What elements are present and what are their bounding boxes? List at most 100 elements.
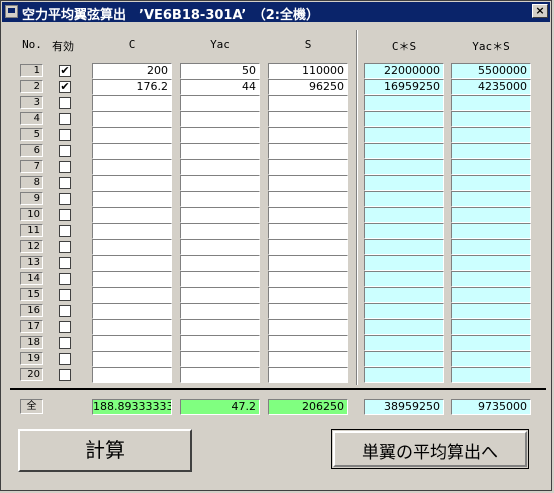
yac-input[interactable] xyxy=(180,95,260,111)
valid-checkbox[interactable] xyxy=(59,161,71,173)
yac-input[interactable] xyxy=(180,223,260,239)
c-input[interactable] xyxy=(92,207,172,223)
yac-input[interactable] xyxy=(180,111,260,127)
s-input[interactable]: 110000 xyxy=(268,63,348,79)
s-input[interactable] xyxy=(268,111,348,127)
c-input[interactable] xyxy=(92,367,172,383)
c-input[interactable] xyxy=(92,239,172,255)
yac-input[interactable] xyxy=(180,255,260,271)
row-number: 8 xyxy=(20,176,43,189)
single-wing-button[interactable]: 単翼の平均算出へ xyxy=(331,429,529,469)
valid-checkbox[interactable] xyxy=(59,337,71,349)
valid-checkbox[interactable] xyxy=(59,113,71,125)
s-input[interactable] xyxy=(268,127,348,143)
valid-checkbox[interactable] xyxy=(59,241,71,253)
valid-checkbox[interactable] xyxy=(59,209,71,221)
c-input[interactable] xyxy=(92,159,172,175)
yac-input[interactable] xyxy=(180,159,260,175)
yac-input[interactable] xyxy=(180,143,260,159)
c-input[interactable] xyxy=(92,191,172,207)
yac-input[interactable]: 50 xyxy=(180,63,260,79)
valid-checkbox[interactable]: ✔ xyxy=(59,65,71,77)
s-input[interactable] xyxy=(268,143,348,159)
c-input[interactable] xyxy=(92,143,172,159)
valid-checkbox[interactable]: ✔ xyxy=(59,81,71,93)
yac-input[interactable] xyxy=(180,351,260,367)
close-button[interactable]: × xyxy=(532,4,548,18)
yacs-result xyxy=(451,143,531,159)
s-input[interactable] xyxy=(268,207,348,223)
c-input[interactable]: 200 xyxy=(92,63,172,79)
s-input[interactable] xyxy=(268,367,348,383)
valid-checkbox[interactable] xyxy=(59,353,71,365)
yac-input[interactable] xyxy=(180,287,260,303)
c-input[interactable] xyxy=(92,255,172,271)
c-input[interactable] xyxy=(92,319,172,335)
c-input[interactable] xyxy=(92,111,172,127)
s-input[interactable] xyxy=(268,175,348,191)
yac-input[interactable] xyxy=(180,127,260,143)
total-c: 188.893333333 xyxy=(92,399,172,415)
valid-checkbox[interactable] xyxy=(59,97,71,109)
valid-checkbox[interactable] xyxy=(59,305,71,317)
c-input[interactable] xyxy=(92,271,172,287)
s-input[interactable] xyxy=(268,271,348,287)
c-input[interactable] xyxy=(92,335,172,351)
s-input[interactable] xyxy=(268,335,348,351)
valid-checkbox[interactable] xyxy=(59,321,71,333)
s-input[interactable] xyxy=(268,351,348,367)
yac-input[interactable] xyxy=(180,191,260,207)
valid-checkbox[interactable] xyxy=(59,193,71,205)
cs-result: 16959250 xyxy=(364,79,444,95)
cs-result: 22000000 xyxy=(364,63,444,79)
valid-checkbox[interactable] xyxy=(59,257,71,269)
yacs-result xyxy=(451,351,531,367)
s-input[interactable] xyxy=(268,159,348,175)
s-input[interactable] xyxy=(268,95,348,111)
yac-input[interactable] xyxy=(180,367,260,383)
valid-checkbox[interactable] xyxy=(59,289,71,301)
cs-result xyxy=(364,223,444,239)
s-input[interactable]: 96250 xyxy=(268,79,348,95)
horizontal-divider xyxy=(10,388,546,390)
s-input[interactable] xyxy=(268,287,348,303)
s-input[interactable] xyxy=(268,223,348,239)
row-number: 19 xyxy=(20,352,43,365)
valid-checkbox[interactable] xyxy=(59,369,71,381)
valid-checkbox[interactable] xyxy=(59,145,71,157)
cs-result xyxy=(364,207,444,223)
c-input[interactable] xyxy=(92,223,172,239)
s-input[interactable] xyxy=(268,239,348,255)
s-input[interactable] xyxy=(268,191,348,207)
valid-checkbox[interactable] xyxy=(59,177,71,189)
c-input[interactable] xyxy=(92,303,172,319)
valid-checkbox[interactable] xyxy=(59,225,71,237)
yacs-result xyxy=(451,239,531,255)
c-input[interactable] xyxy=(92,95,172,111)
c-input[interactable] xyxy=(92,287,172,303)
s-input[interactable] xyxy=(268,255,348,271)
yac-input[interactable] xyxy=(180,271,260,287)
yac-input[interactable] xyxy=(180,175,260,191)
c-input[interactable] xyxy=(92,351,172,367)
row-number: 9 xyxy=(20,192,43,205)
valid-checkbox[interactable] xyxy=(59,273,71,285)
yac-input[interactable] xyxy=(180,319,260,335)
yac-input[interactable] xyxy=(180,207,260,223)
c-input[interactable]: 176.2 xyxy=(92,79,172,95)
calc-button[interactable]: 計算 xyxy=(18,429,192,472)
yacs-result xyxy=(451,111,531,127)
header-s: S xyxy=(304,38,312,51)
yac-input[interactable]: 44 xyxy=(180,79,260,95)
yac-input[interactable] xyxy=(180,239,260,255)
c-input[interactable] xyxy=(92,127,172,143)
yac-input[interactable] xyxy=(180,335,260,351)
s-input[interactable] xyxy=(268,319,348,335)
yac-input[interactable] xyxy=(180,303,260,319)
c-input[interactable] xyxy=(92,175,172,191)
total-s: 206250 xyxy=(268,399,348,415)
cs-result xyxy=(364,319,444,335)
s-input[interactable] xyxy=(268,303,348,319)
window-title: 空力平均翼弦算出 ’VE6B18-301A’ （2:全機） xyxy=(22,8,320,23)
valid-checkbox[interactable] xyxy=(59,129,71,141)
